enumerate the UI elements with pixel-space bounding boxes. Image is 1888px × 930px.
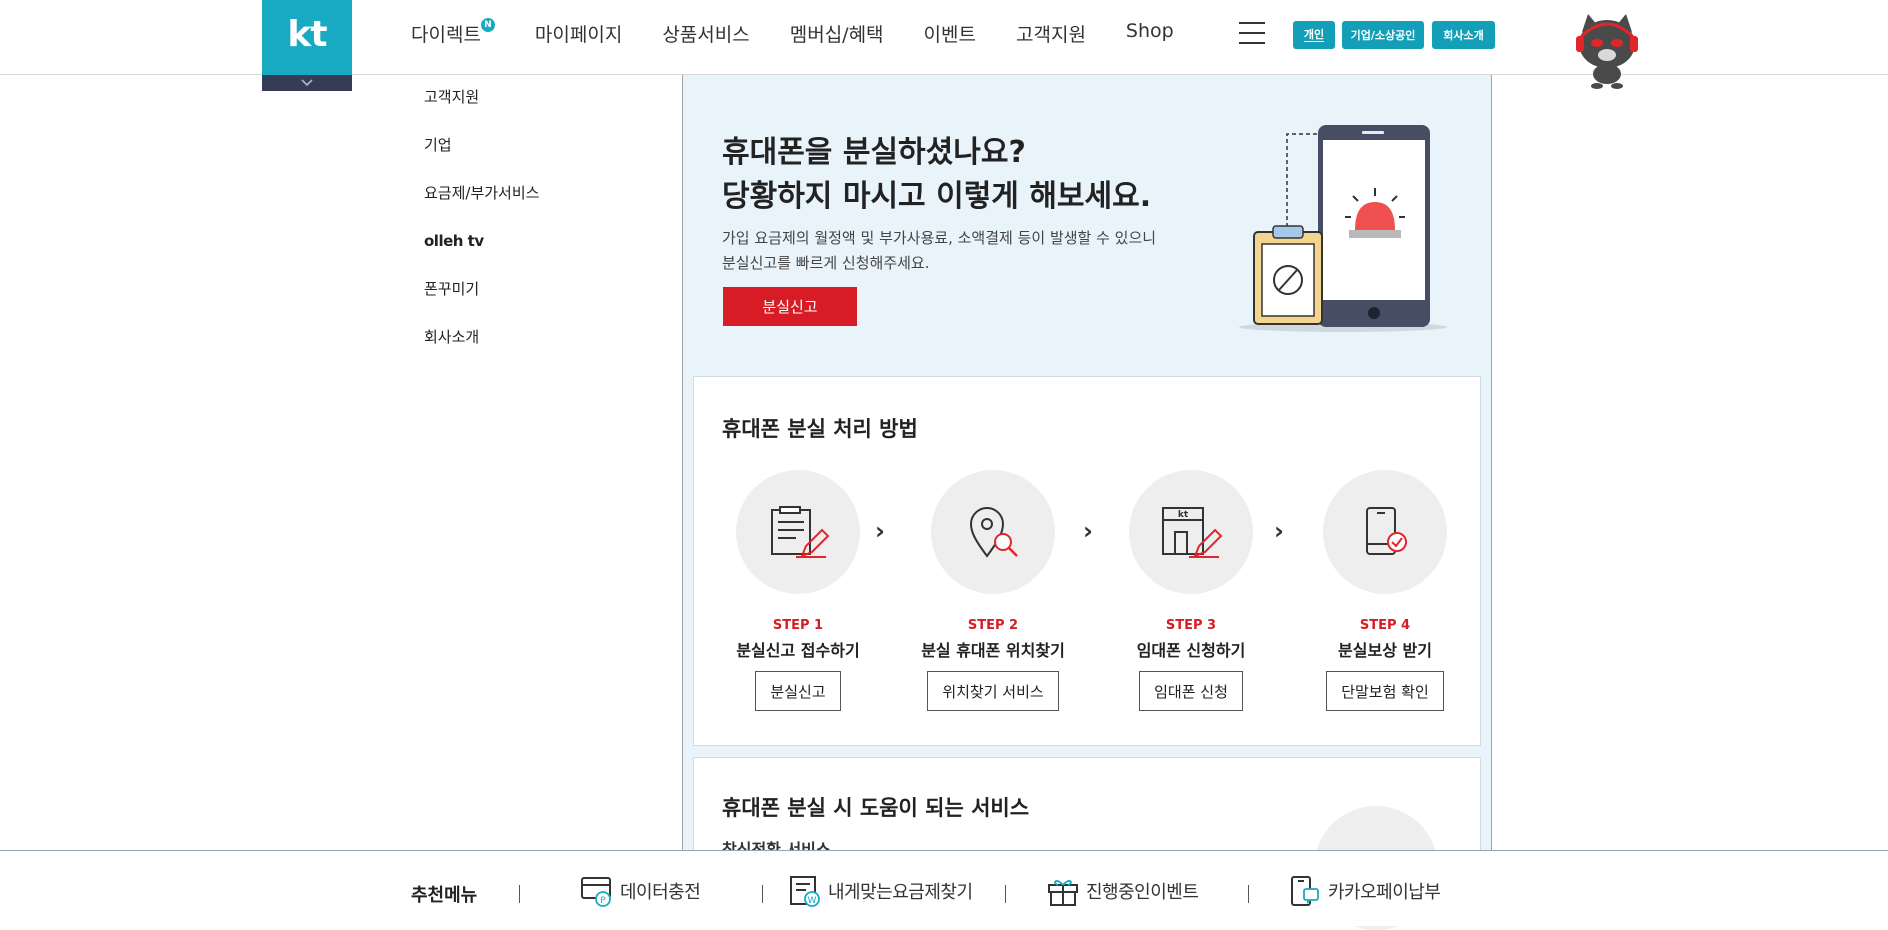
gnb-item-label: 멤버십/혜택 xyxy=(789,24,884,46)
step-number: STEP 3 xyxy=(1165,618,1217,633)
gnb-item-products[interactable]: 상품서비스 xyxy=(662,20,749,47)
gnb-item-shop[interactable]: Shop xyxy=(1126,20,1174,47)
svg-text:W: W xyxy=(808,896,817,906)
logo-dropdown-toggle[interactable] xyxy=(262,75,352,91)
step-number: STEP 1 xyxy=(772,618,824,633)
menu-icon[interactable] xyxy=(1239,22,1265,44)
side-menu-item-support[interactable]: 고객지원 xyxy=(424,85,539,133)
divider xyxy=(1005,885,1006,903)
hero-title-line1: 휴대폰을 분실하셨나요? xyxy=(722,135,1026,170)
recommended-menu-label: 추천메뉴 xyxy=(411,885,478,906)
rec-item-label: 내게맞는요금제찾기 xyxy=(828,882,973,903)
clipboard-pencil-icon xyxy=(771,506,830,558)
segment-label: 개인 xyxy=(1303,28,1325,42)
side-menu-item-business[interactable]: 기업 xyxy=(424,133,539,181)
gnb-item-events[interactable]: 이벤트 xyxy=(924,20,976,47)
store-pencil-icon: kt xyxy=(1162,507,1223,558)
recommended-menu-bar: 추천메뉴 P 데이터충전 W 내게맞는요금제찾기 진행중인이벤트 카카오페이납부 xyxy=(0,850,1888,926)
step-icon-circle xyxy=(736,470,860,594)
gnb-item-label: 고객지원 xyxy=(1016,24,1086,46)
step-icon-circle xyxy=(931,470,1055,594)
divider xyxy=(519,885,520,903)
rec-item-label: 카카오페이납부 xyxy=(1328,882,1441,903)
step-name: 분실보상 받기 xyxy=(1338,641,1432,660)
gnb-item-label: Shop xyxy=(1125,20,1174,42)
segment-personal[interactable]: 개인 xyxy=(1293,21,1335,49)
global-nav: 다이렉트 N 마이페이지 상품서비스 멤버십/혜택 이벤트 고객지원 Shop xyxy=(411,18,1174,47)
gnb-item-label: 이벤트 xyxy=(923,24,976,46)
phone-check-icon xyxy=(1366,507,1407,555)
process-title: 휴대폰 분실 처리 방법 xyxy=(722,417,918,441)
svg-text:kt: kt xyxy=(1178,510,1189,520)
gnb-item-support[interactable]: 고객지원 xyxy=(1016,20,1086,47)
step-number: STEP 2 xyxy=(967,618,1019,633)
svg-text:P: P xyxy=(600,896,606,906)
location-search-icon xyxy=(969,507,1018,558)
chevron-right-icon: › xyxy=(1274,517,1284,545)
side-menu-item-company[interactable]: 회사소개 xyxy=(424,325,539,373)
chevron-right-icon: › xyxy=(1083,517,1093,545)
gnb-item-label: 다이렉트 xyxy=(411,24,481,46)
step-1: STEP 1 분실신고 접수하기 분실신고 xyxy=(713,470,883,711)
rec-item-kakaopay[interactable]: 카카오페이납부 xyxy=(1288,875,1441,907)
step-1-button[interactable]: 분실신고 xyxy=(755,671,841,711)
gnb-item-mypage[interactable]: 마이페이지 xyxy=(535,20,622,47)
side-menu: 고객지원 기업 요금제/부가서비스 olleh tv 폰꾸미기 회사소개 xyxy=(424,85,539,373)
rec-item-plan-finder[interactable]: W 내게맞는요금제찾기 xyxy=(788,875,973,907)
step-2-button[interactable]: 위치찾기 서비스 xyxy=(927,671,1059,711)
step-icon-circle: kt xyxy=(1129,470,1253,594)
step-2: STEP 2 분실 휴대폰 위치찾기 위치찾기 서비스 xyxy=(908,470,1078,711)
rec-item-label: 데이터충전 xyxy=(620,882,701,903)
rec-item-data-charge[interactable]: P 데이터충전 xyxy=(580,875,701,907)
new-badge: N xyxy=(480,18,495,32)
segment-company[interactable]: 회사소개 xyxy=(1432,21,1495,49)
segment-label: 회사소개 xyxy=(1443,29,1484,42)
hero-description: 가입 요금제의 월정액 및 부가사용료, 소액결제 등이 발생할 수 있으니 분… xyxy=(722,226,1156,276)
segment-business[interactable]: 기업/소상공인 xyxy=(1342,21,1424,49)
chevron-right-icon: › xyxy=(875,517,885,545)
gnb-item-membership[interactable]: 멤버십/혜택 xyxy=(790,20,884,47)
gnb-item-label: 마이페이지 xyxy=(534,24,623,46)
loss-process-card: 휴대폰 분실 처리 방법 STEP 1 분실신고 접수하기 분실신고 › STE… xyxy=(693,376,1481,746)
gnb-item-direct[interactable]: 다이렉트 N xyxy=(411,18,495,47)
step-3: kt STEP 3 임대폰 신청하기 임대폰 신청 xyxy=(1106,470,1276,711)
services-title: 휴대폰 분실 시 도움이 되는 서비스 xyxy=(722,796,1030,820)
lost-phone-illustration-icon xyxy=(1239,125,1447,332)
logo-text: kt xyxy=(287,14,327,55)
segment-label: 기업/소상공인 xyxy=(1350,29,1416,42)
side-menu-item-plans[interactable]: 요금제/부가서비스 xyxy=(424,181,539,229)
chevron-down-icon xyxy=(301,79,313,87)
report-loss-button[interactable]: 분실신고 xyxy=(723,287,857,326)
step-icon-circle xyxy=(1323,470,1447,594)
gift-icon xyxy=(1048,880,1078,906)
step-4: STEP 4 분실보상 받기 단말보험 확인 xyxy=(1300,470,1470,711)
step-number: STEP 4 xyxy=(1359,618,1411,633)
step-name: 분실신고 접수하기 xyxy=(736,641,860,660)
step-4-button[interactable]: 단말보험 확인 xyxy=(1326,671,1444,711)
divider xyxy=(762,885,763,903)
step-3-button[interactable]: 임대폰 신청 xyxy=(1139,671,1243,711)
data-charge-icon: P xyxy=(581,877,611,907)
mascot-cat-icon[interactable] xyxy=(1572,10,1642,90)
hero-banner: 휴대폰을 분실하셨나요? 당황하지 마시고 이렇게 해보세요. 가입 요금제의 … xyxy=(683,75,1491,365)
step-name: 분실 휴대폰 위치찾기 xyxy=(921,641,1065,660)
main-content: 휴대폰을 분실하셨나요? 당황하지 마시고 이렇게 해보세요. 가입 요금제의 … xyxy=(682,75,1492,930)
hero-desc-line1: 가입 요금제의 월정액 및 부가사용료, 소액결제 등이 발생할 수 있으니 xyxy=(722,229,1157,247)
hero-title: 휴대폰을 분실하셨나요? 당황하지 마시고 이렇게 해보세요. xyxy=(722,131,1151,219)
divider xyxy=(1248,885,1249,903)
rec-item-events[interactable]: 진행중인이벤트 xyxy=(1046,875,1199,907)
rec-item-label: 진행중인이벤트 xyxy=(1086,882,1199,903)
kt-logo[interactable]: kt xyxy=(262,0,352,91)
side-menu-item-olleh-tv[interactable]: olleh tv xyxy=(424,229,539,277)
side-menu-item-decoration[interactable]: 폰꾸미기 xyxy=(424,277,539,325)
step-name: 임대폰 신청하기 xyxy=(1136,641,1246,660)
hero-title-line2: 당황하지 마시고 이렇게 해보세요. xyxy=(722,179,1152,214)
hero-desc-line2: 분실신고를 빠르게 신청해주세요. xyxy=(722,254,930,272)
gnb-item-label: 상품서비스 xyxy=(662,24,750,46)
kakaopay-icon xyxy=(1291,876,1319,906)
plan-finder-icon: W xyxy=(790,876,820,907)
